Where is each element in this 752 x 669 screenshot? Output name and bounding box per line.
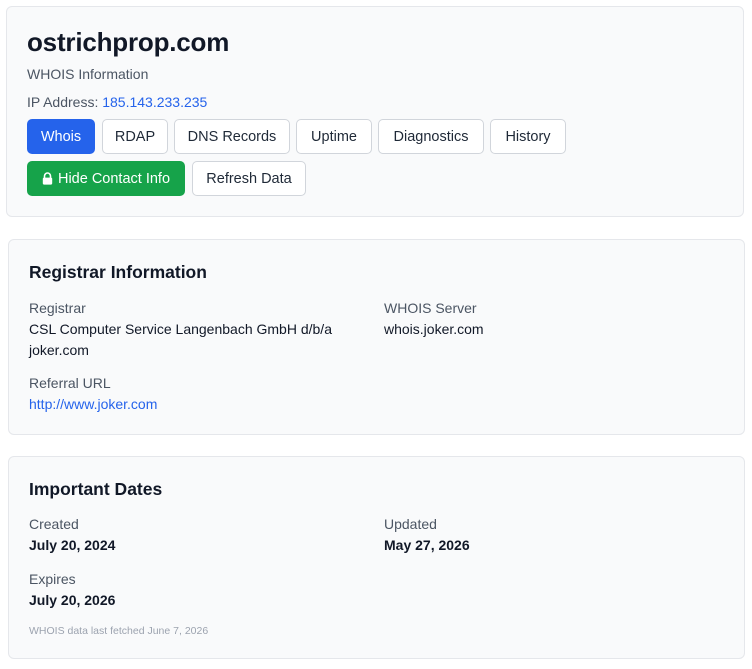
tab-uptime[interactable]: Uptime <box>296 119 372 154</box>
registrar-value-line2: joker.com <box>29 342 89 358</box>
registrar-section-title: Registrar Information <box>29 262 207 282</box>
whois-server-label: WHOIS Server <box>384 300 477 316</box>
referral-url-label: Referral URL <box>29 375 111 391</box>
registrar-information-card: Registrar Information Registrar CSL Comp… <box>8 239 745 435</box>
tab-whois[interactable]: Whois <box>27 119 95 154</box>
header-card: ostrichprop.com WHOIS Information IP Add… <box>6 6 744 217</box>
created-label: Created <box>29 516 79 532</box>
expires-label: Expires <box>29 571 76 587</box>
ip-address-value[interactable]: 185.143.233.235 <box>102 94 207 110</box>
last-fetched-note: WHOIS data last fetched June 7, 2026 <box>29 625 209 637</box>
updated-value: May 27, 2026 <box>384 537 470 553</box>
domain-title: ostrichprop.com <box>27 27 230 57</box>
created-value: July 20, 2024 <box>29 537 116 553</box>
hide-contact-info-button[interactable]: Hide Contact Info <box>27 161 185 196</box>
registrar-label: Registrar <box>29 300 86 316</box>
ip-address-line: IP Address: 185.143.233.235 <box>27 94 207 110</box>
refresh-data-button[interactable]: Refresh Data <box>192 161 306 196</box>
lock-icon <box>42 172 53 185</box>
registrar-value-line1: CSL Computer Service Langenbach GmbH d/b… <box>29 321 332 337</box>
expires-value: July 20, 2026 <box>29 592 116 608</box>
dates-section-title: Important Dates <box>29 479 163 499</box>
ip-address-label: IP Address: <box>27 94 99 110</box>
important-dates-card: Important Dates Created July 20, 2024 Up… <box>8 456 745 659</box>
whois-subtitle: WHOIS Information <box>27 66 149 82</box>
tab-diagnostics[interactable]: Diagnostics <box>378 119 484 154</box>
referral-url-link[interactable]: http://www.joker.com <box>29 394 157 415</box>
tab-rdap[interactable]: RDAP <box>102 119 168 154</box>
hide-contact-info-label: Hide Contact Info <box>57 170 171 187</box>
registrar-value: CSL Computer Service Langenbach GmbH d/b… <box>29 319 332 361</box>
updated-label: Updated <box>384 516 437 532</box>
whois-server-value: whois.joker.com <box>384 321 484 337</box>
tab-dns-records[interactable]: DNS Records <box>174 119 290 154</box>
tab-history[interactable]: History <box>490 119 566 154</box>
